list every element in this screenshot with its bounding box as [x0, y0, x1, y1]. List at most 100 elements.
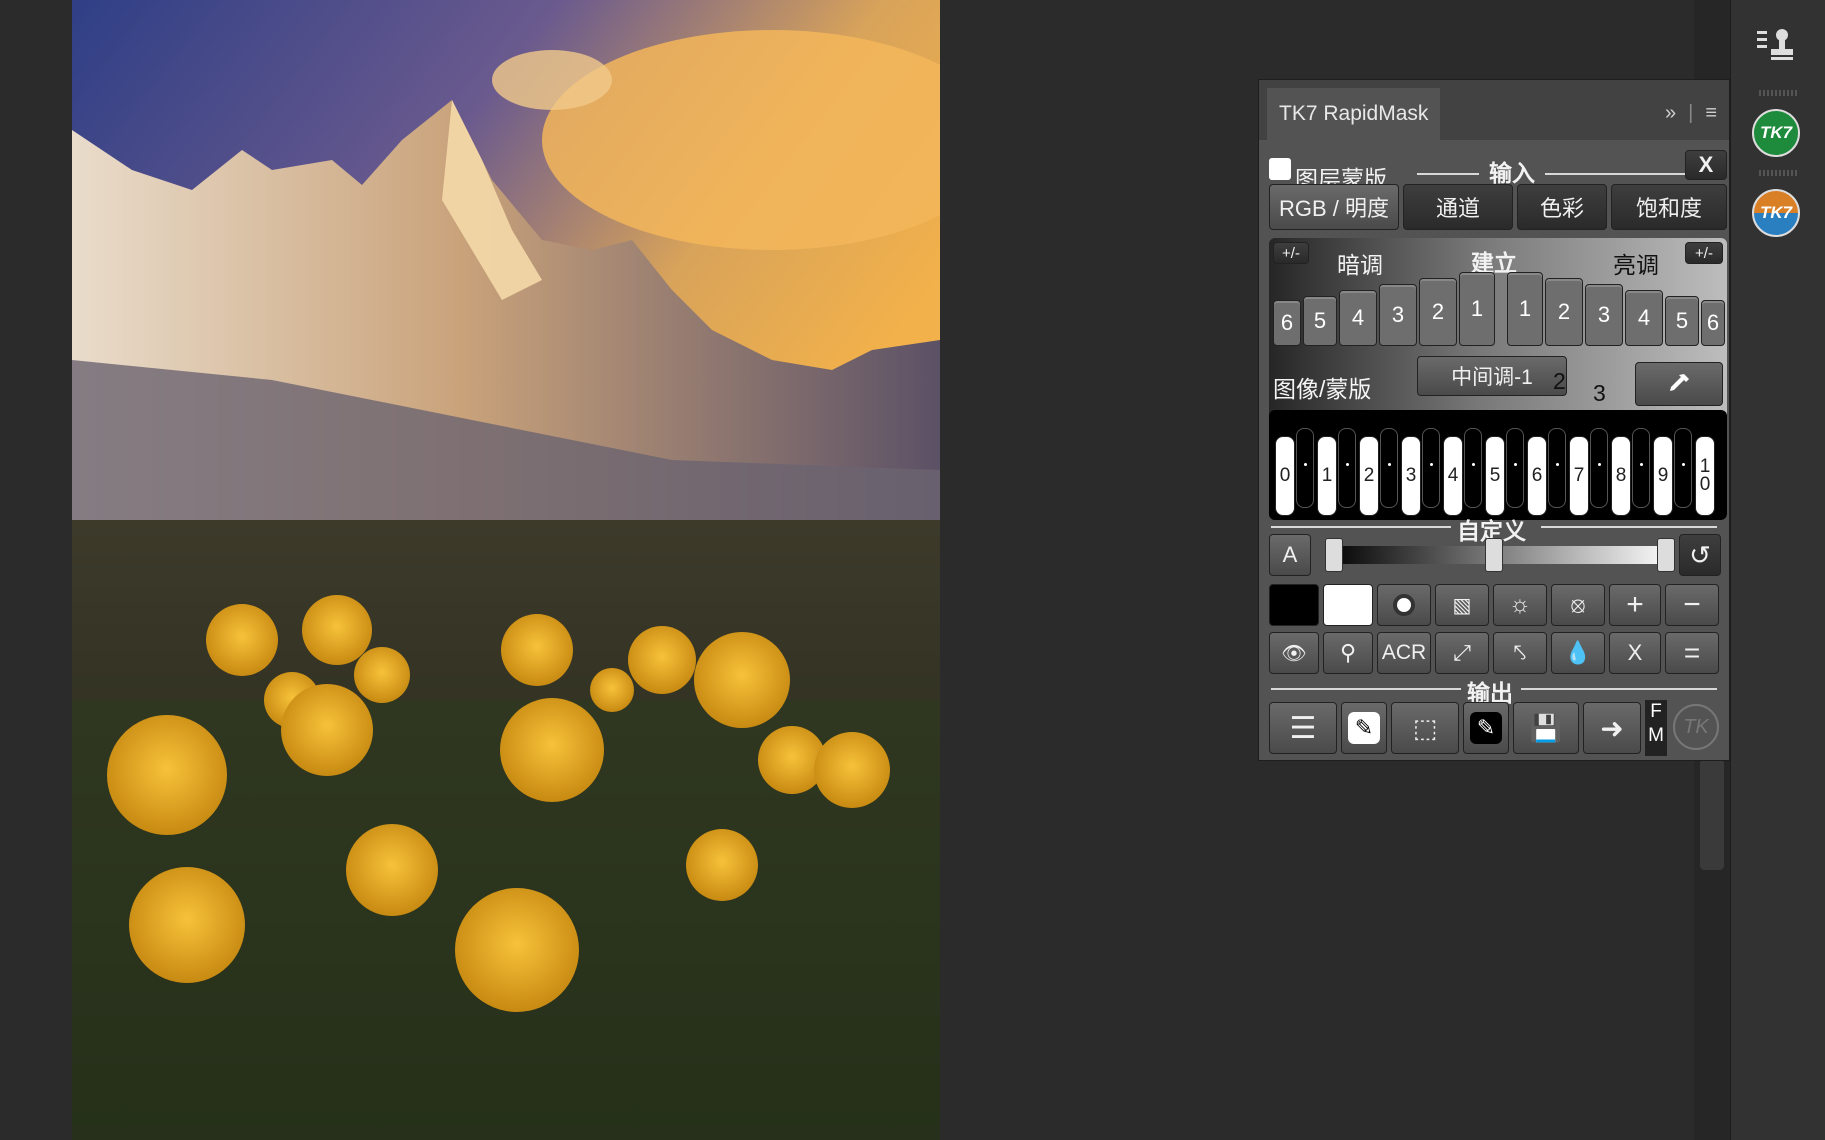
magnifier-icon: ⚲	[1339, 640, 1357, 665]
tk-logo-icon[interactable]: TK	[1673, 704, 1719, 750]
fm-toggle[interactable]: F M	[1645, 700, 1667, 756]
invert-button[interactable]: ⦻	[1551, 584, 1605, 626]
piano-white-key-3[interactable]: 3	[1401, 436, 1421, 516]
shadows-plusminus-button[interactable]: +/-	[1273, 242, 1309, 264]
close-button[interactable]: X	[1685, 150, 1727, 180]
save-button[interactable]: 💾	[1513, 702, 1579, 754]
shadow-key-3[interactable]: 3	[1379, 284, 1417, 346]
panel-tab[interactable]: TK7 RapidMask	[1267, 88, 1441, 140]
shadow-key-1[interactable]: 1	[1459, 272, 1495, 346]
divider	[1541, 526, 1717, 528]
divider	[1417, 173, 1479, 175]
expand-button[interactable]: ⤢	[1435, 632, 1489, 674]
rgb-luminosity-button[interactable]: RGB / 明度	[1269, 184, 1399, 230]
document-photo[interactable]	[72, 0, 940, 1140]
color-button[interactable]: 色彩	[1517, 184, 1607, 230]
piano-black-key-2[interactable]	[1380, 428, 1398, 508]
droplet-icon: 💧	[1564, 640, 1592, 665]
auto-button[interactable]: A	[1269, 534, 1311, 576]
channel-button[interactable]: 通道	[1403, 184, 1513, 230]
brush-layer-button[interactable]: ✎	[1463, 702, 1509, 754]
black-brush-icon: ✎	[1470, 712, 1502, 744]
add-button[interactable]: +	[1609, 584, 1661, 626]
curves-button[interactable]: ▧	[1435, 584, 1489, 626]
piano-black-key-8[interactable]	[1632, 428, 1650, 508]
piano-white-key-0[interactable]: 0	[1275, 436, 1295, 516]
curves-icon: ▧	[1452, 594, 1472, 617]
levels-black-handle[interactable]	[1325, 538, 1343, 572]
acr-button[interactable]: ACR	[1377, 632, 1431, 674]
piano-white-key-10[interactable]: 1 0	[1695, 436, 1715, 516]
highlight-key-6[interactable]: 6	[1701, 300, 1725, 346]
piano-black-key-9[interactable]	[1674, 428, 1692, 508]
image-mask-label[interactable]: 图像/蒙版	[1273, 370, 1371, 404]
output-menu-button[interactable]: ☰	[1269, 702, 1337, 754]
zoom-button[interactable]: ⚲	[1323, 632, 1373, 674]
piano-white-key-1[interactable]: 1	[1317, 436, 1337, 516]
clone-source-button[interactable]	[1741, 10, 1811, 80]
shadow-key-5[interactable]: 5	[1303, 296, 1337, 346]
piano-white-key-9[interactable]: 9	[1653, 436, 1673, 516]
brush-mask-button[interactable]: ✎	[1341, 702, 1387, 754]
apply-button[interactable]: ➜	[1583, 702, 1641, 754]
piano-white-key-5[interactable]: 5	[1485, 436, 1505, 516]
piano-white-key-4[interactable]: 4	[1443, 436, 1463, 516]
fm-m-label: M	[1648, 725, 1664, 746]
mask-select-button[interactable]	[1377, 584, 1431, 626]
brightness-button[interactable]: ☼	[1493, 584, 1547, 626]
piano-white-key-2[interactable]: 2	[1359, 436, 1379, 516]
highlight-key-4[interactable]: 4	[1625, 290, 1663, 346]
layer-mask-checkbox[interactable]	[1269, 158, 1291, 180]
hamburger-icon: ☰	[1289, 711, 1317, 745]
piano-black-key-6[interactable]	[1548, 428, 1566, 508]
circle-mask-icon	[1393, 594, 1415, 616]
equals-button[interactable]: =	[1665, 632, 1719, 674]
midtone-3-label[interactable]: 3	[1593, 380, 1606, 407]
shadow-key-2[interactable]: 2	[1419, 278, 1457, 346]
piano-white-key-7[interactable]: 7	[1569, 436, 1589, 516]
piano-black-key-3[interactable]	[1422, 428, 1440, 508]
piano-black-key-1[interactable]	[1338, 428, 1356, 508]
highlight-key-3[interactable]: 3	[1585, 284, 1623, 346]
piano-white-key-6[interactable]: 6	[1527, 436, 1547, 516]
preview-button[interactable]: 👁	[1269, 632, 1319, 674]
dock-grip[interactable]	[1759, 90, 1797, 96]
levels-mid-handle[interactable]	[1485, 538, 1503, 572]
dock-grip[interactable]	[1759, 170, 1797, 176]
levels-white-handle[interactable]	[1657, 538, 1675, 572]
tk7-panel-button-2[interactable]: TK7	[1741, 178, 1811, 248]
piano-black-key-7[interactable]	[1590, 428, 1608, 508]
panel-header: TK7 RapidMask » | ≡	[1259, 80, 1729, 140]
piano-black-key-0[interactable]	[1296, 428, 1314, 508]
selection-button[interactable]: ⬚	[1391, 702, 1459, 754]
highlight-key-1[interactable]: 1	[1507, 272, 1543, 346]
shadow-key-4[interactable]: 4	[1339, 290, 1377, 346]
piano-black-key-4[interactable]	[1464, 428, 1482, 508]
piano-white-key-8[interactable]: 8	[1611, 436, 1631, 516]
blur-button[interactable]: 💧	[1551, 632, 1605, 674]
highlight-key-5[interactable]: 5	[1665, 296, 1699, 346]
contract-button[interactable]: ⤣	[1493, 632, 1547, 674]
midtone-2-label[interactable]: 2	[1553, 368, 1566, 395]
white-brush-icon: ✎	[1348, 712, 1380, 744]
highlight-key-2[interactable]: 2	[1545, 278, 1583, 346]
reset-button[interactable]: ↺	[1679, 534, 1721, 576]
subtract-button[interactable]: −	[1665, 584, 1719, 626]
white-fill-button[interactable]	[1323, 584, 1373, 626]
tk7-green-icon: TK7	[1752, 109, 1800, 157]
shadow-key-6[interactable]: 6	[1273, 300, 1301, 346]
photoshop-workspace: TK7 TK7 TK7 RapidMask » | ≡ 图层蒙版 输入 X RG…	[0, 0, 1825, 1140]
eyedropper-button[interactable]	[1635, 362, 1723, 406]
highlights-plusminus-button[interactable]: +/-	[1685, 242, 1723, 264]
saturation-button[interactable]: 饱和度	[1611, 184, 1727, 230]
stamp-list-icon	[1757, 29, 1793, 60]
scrollbar-thumb[interactable]	[1700, 760, 1724, 870]
double-chevron-right-icon[interactable]: »	[1665, 102, 1676, 125]
piano-black-key-5[interactable]	[1506, 428, 1524, 508]
save-icon: 💾	[1529, 712, 1563, 743]
tk7-panel-button[interactable]: TK7	[1741, 98, 1811, 168]
intersect-button[interactable]: X	[1609, 632, 1661, 674]
black-fill-button[interactable]	[1269, 584, 1319, 626]
hamburger-menu-icon[interactable]: ≡	[1705, 102, 1717, 125]
midtone-1-button[interactable]: 中间调-1	[1417, 356, 1567, 396]
